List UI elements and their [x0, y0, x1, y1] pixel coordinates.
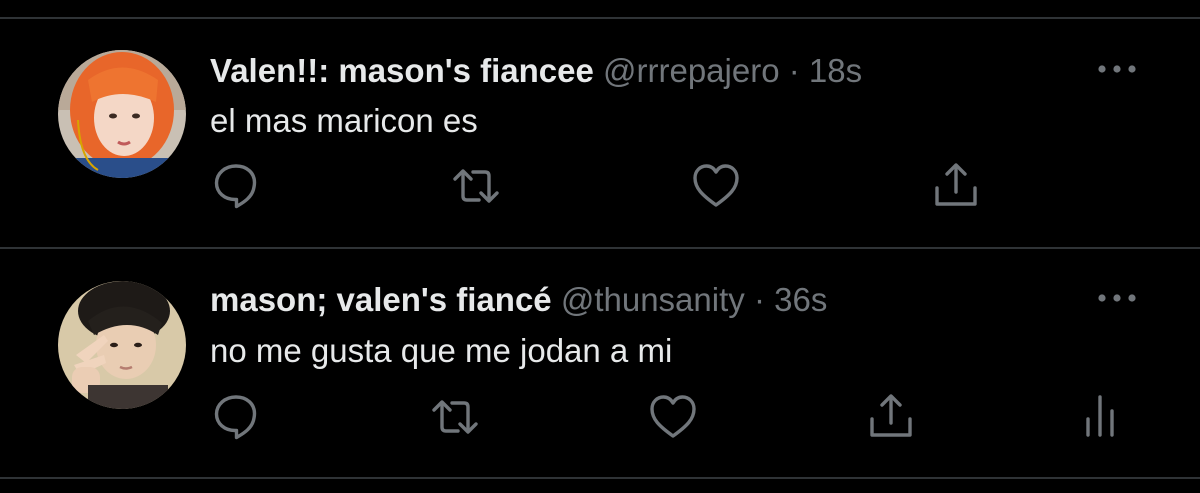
share-icon[interactable]	[928, 158, 984, 214]
more-options-icon[interactable]	[1094, 288, 1140, 308]
like-icon[interactable]	[645, 389, 701, 445]
separator-dot: ·	[753, 281, 765, 318]
analytics-icon[interactable]	[1072, 389, 1128, 445]
timestamp[interactable]: 36s	[774, 281, 827, 318]
reply-icon[interactable]	[208, 158, 264, 214]
tweet-text: el mas maricon es	[210, 102, 478, 139]
avatar-orange-hair-icon	[58, 50, 186, 178]
display-name[interactable]: mason; valen's fiancé	[210, 281, 552, 318]
tweet-text: no me gusta que me jodan a mi	[210, 332, 673, 369]
separator-dot: ·	[788, 52, 800, 89]
user-handle[interactable]: @rrrepajero	[603, 52, 780, 89]
retweet-icon[interactable]	[427, 389, 483, 445]
tweet-1[interactable]: Valen!!: mason's fiancee @rrrepajero · 1…	[0, 19, 1200, 247]
like-icon[interactable]	[688, 158, 744, 214]
tweet-header: mason; valen's fiancé @thunsanity · 36s	[210, 280, 827, 320]
retweet-icon[interactable]	[448, 158, 504, 214]
tweet-2[interactable]: mason; valen's fiancé @thunsanity · 36s …	[0, 249, 1200, 477]
user-handle[interactable]: @thunsanity	[561, 281, 745, 318]
display-name[interactable]: Valen!!: mason's fiancee	[210, 52, 594, 89]
reply-icon[interactable]	[208, 389, 264, 445]
avatar-1[interactable]	[58, 50, 186, 178]
share-icon[interactable]	[863, 389, 919, 445]
avatar-peace-sign-icon	[58, 281, 186, 409]
avatar-2[interactable]	[58, 281, 186, 409]
bottom-divider	[0, 477, 1200, 479]
tweet-header: Valen!!: mason's fiancee @rrrepajero · 1…	[210, 51, 862, 91]
timestamp[interactable]: 18s	[809, 52, 862, 89]
more-options-icon[interactable]	[1094, 59, 1140, 79]
